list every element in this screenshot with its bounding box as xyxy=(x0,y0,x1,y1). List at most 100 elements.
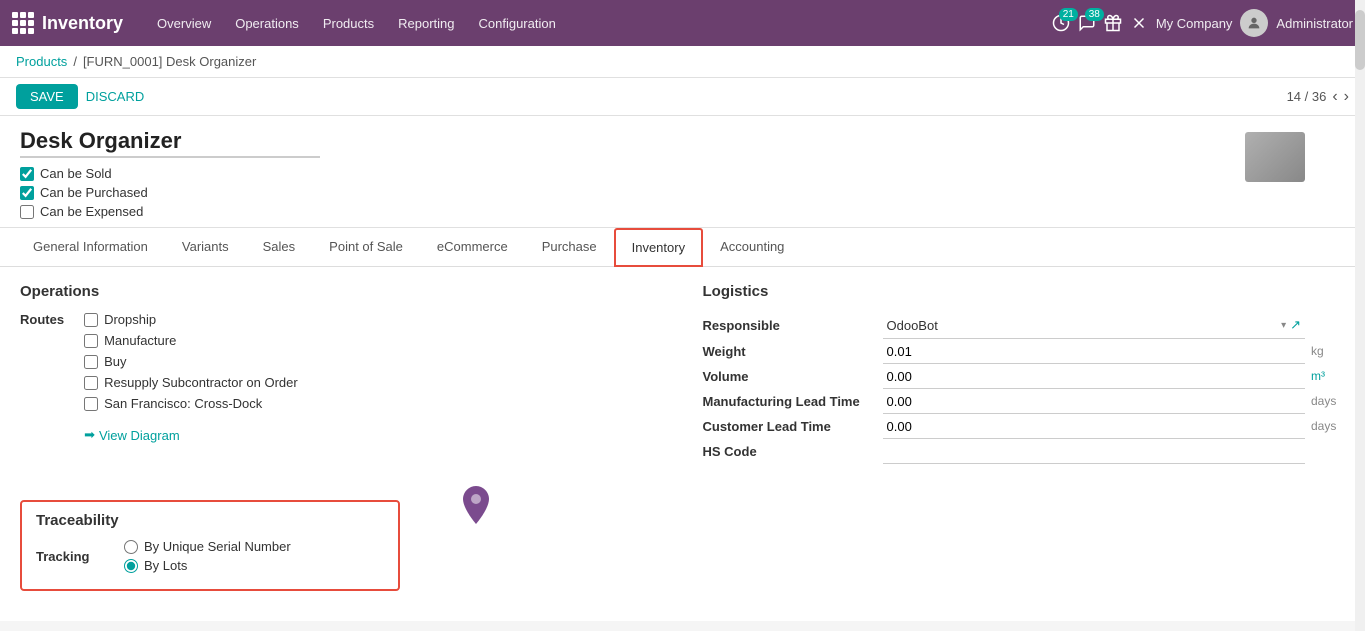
toolbar-right: 14 / 36 ‹ › xyxy=(1287,88,1349,106)
topnav: Inventory Overview Operations Products R… xyxy=(0,0,1365,46)
route-manufacture[interactable]: Manufacture xyxy=(84,333,298,348)
gift-button[interactable] xyxy=(1104,14,1122,32)
can-be-sold-checkbox[interactable] xyxy=(20,167,34,181)
activity-badge: 21 xyxy=(1059,8,1078,21)
tab-pos[interactable]: Point of Sale xyxy=(312,228,420,267)
logistics-weight-row: Weight kg xyxy=(703,339,1346,364)
can-be-purchased-checkbox[interactable] xyxy=(20,186,34,200)
can-be-expensed-row[interactable]: Can be Expensed xyxy=(20,204,1345,219)
route-buy[interactable]: Buy xyxy=(84,354,298,369)
volume-unit: m³ xyxy=(1305,364,1345,389)
route-cross-dock[interactable]: San Francisco: Cross-Dock xyxy=(84,396,298,411)
menu-configuration[interactable]: Configuration xyxy=(469,10,566,37)
tracking-serial-radio[interactable] xyxy=(124,540,138,554)
user-avatar[interactable] xyxy=(1240,9,1268,37)
traceability-area: Traceability Tracking By Unique Serial N… xyxy=(20,484,1345,591)
weight-unit: kg xyxy=(1305,339,1345,364)
tracking-lots[interactable]: By Lots xyxy=(124,558,291,573)
tab-ecommerce[interactable]: eCommerce xyxy=(420,228,525,267)
can-be-expensed-checkbox[interactable] xyxy=(20,205,34,219)
next-button[interactable]: › xyxy=(1344,88,1349,106)
page-content: Desk Organizer Can be Sold Can be Purcha… xyxy=(0,116,1365,621)
volume-input[interactable] xyxy=(883,367,1306,386)
scrollbar-track[interactable] xyxy=(1355,116,1365,621)
cust-lead-unit: days xyxy=(1305,414,1345,439)
map-pin-area xyxy=(400,484,492,526)
responsible-label: Responsible xyxy=(703,312,883,339)
messages-badge: 38 xyxy=(1085,8,1104,21)
logistics-title: Logistics xyxy=(703,283,1346,300)
toolbar: SAVE DISCARD 14 / 36 ‹ › xyxy=(0,78,1365,116)
tracking-label: Tracking xyxy=(36,549,116,564)
volume-value[interactable] xyxy=(883,364,1306,389)
route-dropship[interactable]: Dropship xyxy=(84,312,298,327)
hs-code-value[interactable] xyxy=(883,439,1306,464)
weight-value[interactable] xyxy=(883,339,1306,364)
company-name[interactable]: My Company xyxy=(1156,16,1233,31)
tab-inventory[interactable]: Inventory xyxy=(614,228,703,267)
menu-products[interactable]: Products xyxy=(313,10,384,37)
map-pin-icon xyxy=(460,484,492,526)
breadcrumb-separator: / xyxy=(73,54,77,69)
discard-button[interactable]: DISCARD xyxy=(86,89,145,104)
activity-button[interactable]: 21 xyxy=(1052,14,1070,32)
route-resupply[interactable]: Resupply Subcontractor on Order xyxy=(84,375,298,390)
product-flags: Can be Sold Can be Purchased Can be Expe… xyxy=(20,166,1345,219)
menu-reporting[interactable]: Reporting xyxy=(388,10,464,37)
hs-code-label: HS Code xyxy=(703,439,883,464)
mfg-lead-unit: days xyxy=(1305,389,1345,414)
can-be-purchased-row[interactable]: Can be Purchased xyxy=(20,185,1345,200)
apps-icon[interactable] xyxy=(12,12,34,34)
weight-input[interactable] xyxy=(883,342,1306,361)
menu-overview[interactable]: Overview xyxy=(147,10,221,37)
tab-sales[interactable]: Sales xyxy=(246,228,313,267)
operations-section: Operations Routes Dropship Manufa xyxy=(20,283,663,464)
messages-button[interactable]: 38 xyxy=(1078,14,1096,32)
tab-accounting[interactable]: Accounting xyxy=(703,228,801,267)
can-be-expensed-label: Can be Expensed xyxy=(40,204,143,219)
logistics-table: Responsible OdooBot ▾ ↗ xyxy=(703,312,1346,464)
external-link-icon[interactable]: ↗ xyxy=(1290,317,1301,333)
breadcrumb-parent[interactable]: Products xyxy=(16,54,67,69)
logistics-section: Logistics Responsible OdooBot ▾ xyxy=(703,283,1346,464)
menu-operations[interactable]: Operations xyxy=(225,10,309,37)
tab-general-information[interactable]: General Information xyxy=(16,228,165,267)
mfg-lead-input[interactable] xyxy=(883,392,1306,411)
breadcrumb: Products / [FURN_0001] Desk Organizer xyxy=(0,46,1365,78)
cust-lead-label: Customer Lead Time xyxy=(703,414,883,439)
app-name: Inventory xyxy=(42,13,123,34)
weight-label: Weight xyxy=(703,339,883,364)
tab-variants[interactable]: Variants xyxy=(165,228,246,267)
product-image xyxy=(1245,132,1305,182)
cust-lead-value[interactable] xyxy=(883,414,1306,439)
prev-button[interactable]: ‹ xyxy=(1332,88,1337,106)
save-button[interactable]: SAVE xyxy=(16,84,78,109)
tracking-serial[interactable]: By Unique Serial Number xyxy=(124,539,291,554)
arrow-icon: ➡ xyxy=(84,427,95,443)
logistics-responsible-row: Responsible OdooBot ▾ ↗ xyxy=(703,312,1346,339)
routes-label: Routes xyxy=(20,312,64,327)
tab-purchase[interactable]: Purchase xyxy=(525,228,614,267)
close-button[interactable] xyxy=(1130,14,1148,32)
can-be-purchased-label: Can be Purchased xyxy=(40,185,148,200)
mfg-lead-label: Manufacturing Lead Time xyxy=(703,389,883,414)
app-logo: Inventory xyxy=(42,13,123,34)
view-diagram-link[interactable]: ➡ View Diagram xyxy=(84,427,298,443)
topnav-right: 21 38 My Company xyxy=(1052,9,1353,37)
tracking-row: Tracking By Unique Serial Number By Lots xyxy=(36,539,384,573)
volume-label: Volume xyxy=(703,364,883,389)
tabs-bar: General Information Variants Sales Point… xyxy=(0,228,1365,267)
tracking-lots-radio[interactable] xyxy=(124,559,138,573)
tracking-options: By Unique Serial Number By Lots xyxy=(124,539,291,573)
mfg-lead-value[interactable] xyxy=(883,389,1306,414)
can-be-sold-row[interactable]: Can be Sold xyxy=(20,166,1345,181)
cust-lead-input[interactable] xyxy=(883,417,1306,436)
logistics-mfg-lead-row: Manufacturing Lead Time days xyxy=(703,389,1346,414)
hs-code-input[interactable] xyxy=(883,442,1306,461)
inventory-two-col: Operations Routes Dropship Manufa xyxy=(20,283,1345,464)
breadcrumb-current: [FURN_0001] Desk Organizer xyxy=(83,54,256,69)
responsible-value: OdooBot ▾ ↗ xyxy=(883,312,1306,339)
logistics-cust-lead-row: Customer Lead Time days xyxy=(703,414,1346,439)
inventory-tab-content: Operations Routes Dropship Manufa xyxy=(0,267,1365,607)
topnav-menu: Overview Operations Products Reporting C… xyxy=(147,10,1044,37)
